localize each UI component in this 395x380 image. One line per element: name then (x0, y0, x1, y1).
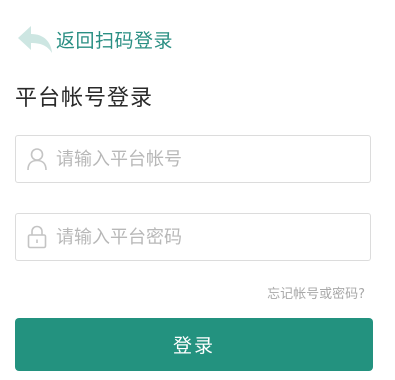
login-button[interactable]: 登录 (15, 318, 373, 371)
page-title: 平台帐号登录 (15, 86, 154, 111)
password-field[interactable] (15, 213, 371, 261)
back-link-label: 返回扫码登录 (56, 29, 174, 52)
forgot-password-link[interactable]: 忘记帐号或密码? (267, 283, 365, 302)
back-to-qr-login-link[interactable]: 返回扫码登录 (16, 22, 173, 56)
lock-icon (27, 225, 47, 249)
password-input[interactable] (56, 214, 370, 260)
account-input[interactable] (56, 136, 370, 182)
user-icon (27, 148, 47, 171)
account-field[interactable] (15, 135, 371, 183)
back-arrow-icon (18, 26, 52, 53)
